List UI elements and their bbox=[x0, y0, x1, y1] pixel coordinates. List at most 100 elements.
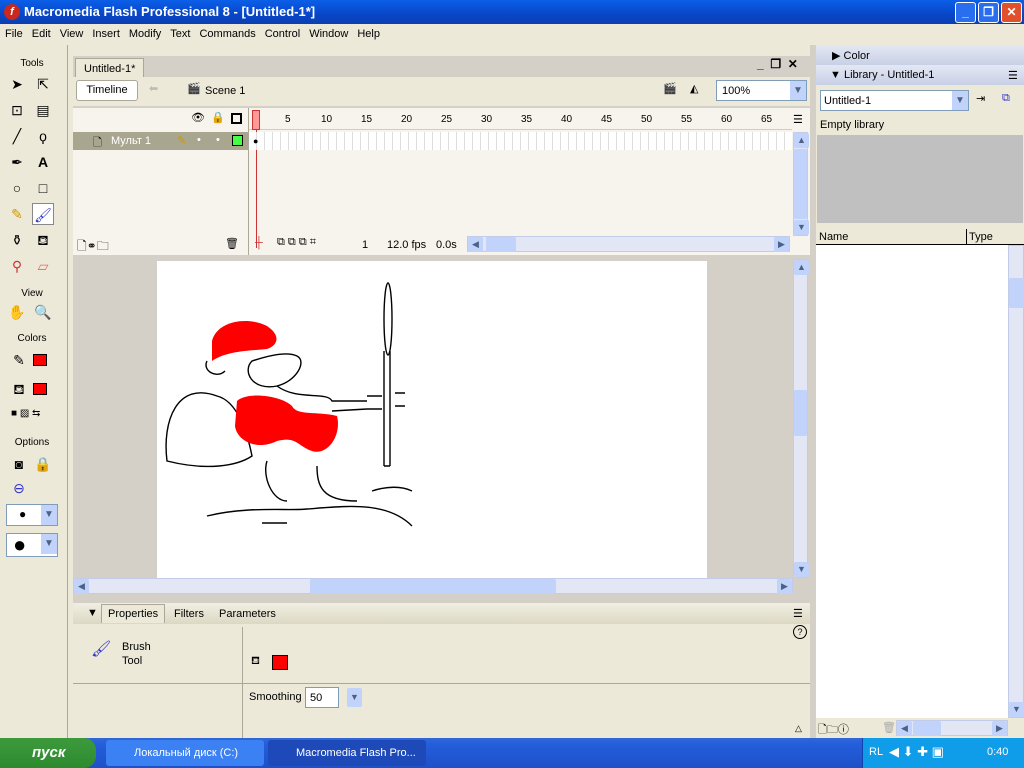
library-list[interactable] bbox=[816, 245, 1008, 718]
menu-view[interactable]: View bbox=[55, 24, 88, 40]
menu-control[interactable]: Control bbox=[260, 24, 304, 40]
brush-mode-icon[interactable]: 🔒 bbox=[32, 453, 54, 475]
empty-library-text: Empty library bbox=[820, 119, 885, 131]
language-indicator[interactable]: RL bbox=[869, 746, 883, 758]
lock-icon[interactable]: 🔒 bbox=[211, 111, 225, 124]
frame-rate[interactable]: 12.0 fps bbox=[387, 239, 426, 251]
panel-splitter[interactable] bbox=[810, 45, 816, 738]
selection-tool-icon[interactable]: ➤ bbox=[6, 73, 28, 95]
timeline-button[interactable]: Timeline bbox=[76, 80, 138, 101]
lock-fill-icon[interactable]: ◙ bbox=[8, 453, 30, 475]
pen-tool-icon[interactable]: ✒ bbox=[6, 151, 28, 173]
frame-row[interactable]: ● bbox=[249, 132, 792, 150]
pin-library-icon[interactable]: ⇥ bbox=[976, 92, 985, 105]
ink-bottle-tool-icon[interactable]: ⚱ bbox=[6, 229, 28, 251]
menu-commands[interactable]: Commands bbox=[194, 24, 259, 40]
delete-item-icon[interactable]: 🗑 bbox=[882, 721, 896, 734]
panel-menu-icon[interactable]: ☰ bbox=[793, 607, 803, 620]
subselection-tool-icon[interactable]: ⇱ bbox=[32, 73, 54, 95]
doc-window-controls[interactable]: _ ❐ ✕ bbox=[757, 57, 798, 71]
layer-color-icon[interactable] bbox=[232, 135, 243, 146]
taskbar: пуск Локальный диск (C:) Macromedia Flas… bbox=[0, 738, 1024, 768]
stage-vscrollbar[interactable]: ▲ ▼ bbox=[793, 259, 809, 578]
help-button[interactable]: ? bbox=[793, 625, 807, 639]
playhead[interactable] bbox=[252, 110, 260, 130]
color-panel-header[interactable]: ▶ Color bbox=[816, 45, 1024, 65]
document-tab[interactable]: Untitled-1* bbox=[75, 58, 145, 79]
library-menu-icon[interactable]: ☰ bbox=[1008, 69, 1018, 82]
hand-tool-icon[interactable]: ✋ bbox=[6, 301, 28, 323]
menu-modify[interactable]: Modify bbox=[124, 24, 165, 40]
outline-icon[interactable] bbox=[231, 113, 242, 124]
eraser-tool-icon[interactable]: ▱ bbox=[32, 255, 54, 277]
pencil-tool-icon[interactable]: ✎ bbox=[6, 203, 28, 225]
menu-file[interactable]: File bbox=[0, 24, 27, 40]
start-button[interactable]: пуск bbox=[0, 738, 96, 768]
tab-filters[interactable]: Filters bbox=[174, 608, 204, 620]
delete-layer-icon[interactable]: 🗑 bbox=[225, 237, 239, 250]
swap-default-colors-icon[interactable]: ■ ▨ ⇆ bbox=[11, 408, 40, 419]
menu-window[interactable]: Window bbox=[304, 24, 352, 40]
task-flash[interactable]: Macromedia Flash Pro... bbox=[268, 740, 426, 766]
column-name[interactable]: Name bbox=[819, 231, 848, 243]
stage-canvas[interactable] bbox=[157, 261, 707, 578]
library-hscrollbar[interactable]: ◀ ▶ bbox=[896, 720, 1008, 736]
timeline-menu-icon[interactable]: ☰ bbox=[793, 113, 803, 126]
expand-icon[interactable]: △ bbox=[795, 723, 802, 734]
tool-name-line1: Brush bbox=[122, 641, 151, 653]
eye-icon[interactable]: 👁 bbox=[191, 111, 205, 124]
column-type[interactable]: Type bbox=[969, 231, 993, 243]
paint-bucket-tool-icon[interactable]: ⛾ bbox=[32, 229, 54, 251]
text-tool-icon[interactable]: A bbox=[32, 151, 54, 173]
timeline-vscrollbar[interactable]: ▲ ▼ bbox=[793, 132, 809, 236]
tools-panel: Tools ➤ ⇱ ⊡ ▤ ╱ ϙ ✒ A ○ □ ✎ 🖌 ⚱ ⛾ ⚲ ▱ Vi… bbox=[0, 45, 68, 738]
close-button[interactable]: ✕ bbox=[1001, 2, 1022, 23]
onion-skin-icons[interactable]: ⧉ ⧉ ⧉ ⌗ bbox=[277, 236, 316, 249]
task-local-disk[interactable]: Локальный диск (C:) bbox=[106, 740, 264, 766]
stage-hscrollbar[interactable]: ◀ ▶ bbox=[73, 578, 793, 594]
back-arrow-icon[interactable]: ⬅ bbox=[149, 82, 158, 95]
frame-ruler[interactable]: 15101520253035404550556065 bbox=[249, 108, 792, 130]
new-library-panel-icon[interactable]: ⧉ bbox=[1002, 92, 1010, 105]
eyedropper-tool-icon[interactable]: ⚲ bbox=[6, 255, 28, 277]
stroke-color-swatch[interactable] bbox=[33, 354, 47, 366]
smoothing-input[interactable]: 50 bbox=[305, 687, 339, 708]
library-panel-header[interactable]: ▼ Library - Untitled-1 ☰ bbox=[816, 65, 1024, 85]
timeline-hscrollbar[interactable]: ◀ ▶ bbox=[467, 236, 790, 252]
tab-parameters[interactable]: Parameters bbox=[219, 608, 276, 620]
library-select[interactable]: Untitled-1 ▼ bbox=[820, 90, 969, 111]
edit-symbols-icon[interactable]: ◭ bbox=[690, 82, 698, 95]
right-panel: ▶ Color ▼ Library - Untitled-1 ☰ Untitled… bbox=[816, 45, 1024, 738]
library-vscrollbar[interactable]: ▼ bbox=[1008, 245, 1024, 718]
layer-row[interactable]: 🗋 Мульт 1 ✎ • • bbox=[73, 132, 248, 150]
tools-title: Tools bbox=[20, 58, 44, 69]
fill-color-swatch[interactable] bbox=[272, 655, 288, 670]
brush-mode-dropdown-icon[interactable]: ⊖ bbox=[8, 477, 30, 499]
brush-size-select[interactable]: ● ▼ bbox=[6, 504, 58, 526]
brush-shape-select[interactable]: ● ▼ bbox=[6, 532, 58, 557]
fill-color-swatch[interactable] bbox=[33, 383, 47, 395]
gradient-transform-tool-icon[interactable]: ▤ bbox=[32, 99, 54, 121]
menu-text[interactable]: Text bbox=[165, 24, 194, 40]
edit-scene-icon[interactable]: 🎬 bbox=[663, 82, 677, 95]
menu-insert[interactable]: Insert bbox=[87, 24, 124, 40]
collapse-arrow-icon[interactable]: ▼ bbox=[87, 607, 98, 619]
tab-properties[interactable]: Properties bbox=[101, 604, 166, 623]
smoothing-dropdown[interactable]: ▼ bbox=[347, 688, 362, 707]
menu-help[interactable]: Help bbox=[352, 24, 384, 40]
ruler-label: 65 bbox=[761, 114, 773, 125]
oval-tool-icon[interactable]: ○ bbox=[6, 177, 28, 199]
brush-tool-icon[interactable]: 🖌 bbox=[32, 203, 54, 225]
minimize-button[interactable]: _ bbox=[955, 2, 976, 23]
line-tool-icon[interactable]: ╱ bbox=[6, 125, 28, 147]
zoom-select[interactable]: 100% ▼ bbox=[716, 80, 807, 101]
tray-icons[interactable]: ◀ ⬇ ✚ ▣ bbox=[889, 744, 944, 760]
lasso-tool-icon[interactable]: ϙ bbox=[32, 125, 54, 147]
zoom-tool-icon[interactable]: 🔍 bbox=[32, 301, 54, 323]
free-transform-tool-icon[interactable]: ⊡ bbox=[6, 99, 28, 121]
maximize-button[interactable]: ❐ bbox=[978, 2, 999, 23]
rectangle-tool-icon[interactable]: □ bbox=[32, 177, 54, 199]
insert-layer-icons[interactable]: 🗋⚭🗀 bbox=[77, 237, 109, 258]
center-frame-icon[interactable]: ┼ bbox=[255, 237, 263, 249]
menu-edit[interactable]: Edit bbox=[27, 24, 55, 40]
